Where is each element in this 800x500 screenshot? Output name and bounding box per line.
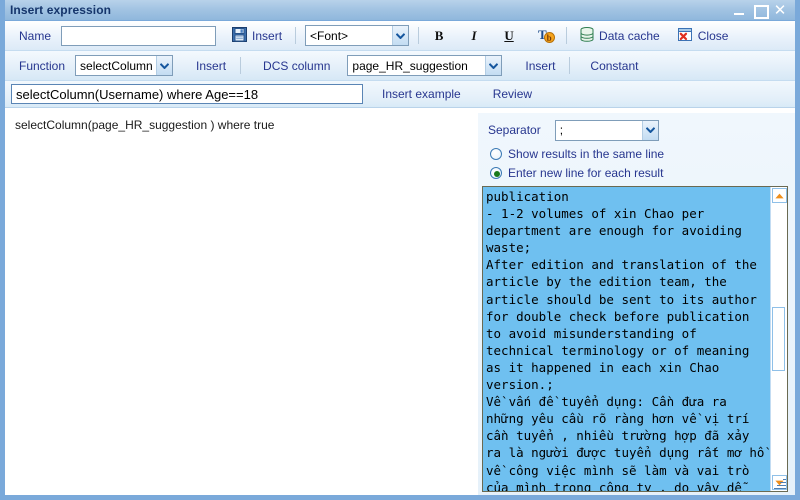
toolbar-top: Name Insert <Font> B I U T b Data cache … — [5, 21, 795, 51]
separator-select[interactable]: ; — [554, 119, 659, 141]
function-select[interactable]: selectColumn — [75, 55, 174, 76]
database-icon — [580, 26, 594, 45]
data-cache-label: Data cache — [599, 28, 660, 43]
expression-list[interactable]: selectColumn(page_HR_suggestion ) where … — [5, 113, 478, 495]
toolbar-divider-2 — [418, 27, 420, 44]
toolbar-divider-3 — [566, 27, 568, 44]
font-color-icon[interactable]: T b — [535, 25, 557, 46]
window-title: Insert expression — [10, 3, 112, 17]
separator-label: Separator — [488, 123, 541, 137]
toolbar-function: Function selectColumn Insert DCS column … — [5, 51, 795, 81]
scroll-up-icon[interactable] — [771, 188, 787, 203]
chevron-down-icon[interactable] — [392, 26, 409, 45]
expression-input[interactable] — [11, 84, 363, 104]
chevron-down-icon[interactable] — [485, 56, 502, 75]
radio-new-line-button[interactable] — [490, 166, 502, 179]
save-icon — [232, 26, 248, 45]
underline-button[interactable]: U — [498, 25, 520, 46]
dcs-column-select[interactable]: page_HR_suggestion — [347, 55, 503, 76]
function-insert-button[interactable]: Insert — [191, 57, 231, 75]
dcs-column-select-value: page_HR_suggestion — [352, 58, 468, 73]
toolbar-divider-5 — [569, 57, 571, 74]
toolbar-divider-1 — [295, 27, 297, 44]
separator-select-value: ; — [559, 123, 564, 137]
results-scrollbar[interactable] — [770, 187, 787, 491]
radio-same-line-label: Show results in the same line — [508, 146, 665, 161]
insert-button-label: Insert — [252, 28, 283, 43]
scrollbar-track[interactable] — [771, 204, 787, 474]
review-button[interactable]: Review — [488, 85, 537, 103]
results-textarea[interactable]: publication - 1-2 volumes of xin Chao pe… — [483, 187, 770, 491]
scrollbar-thumb[interactable] — [772, 306, 785, 371]
results-panel: Separator ; Show results in the same lin… — [478, 113, 795, 495]
radio-same-line-button[interactable] — [490, 147, 502, 160]
toolbar-divider-4 — [240, 57, 242, 74]
dcs-column-label: DCS column — [263, 58, 331, 73]
close-window-button[interactable]: Close — [674, 25, 733, 47]
insert-example-button[interactable]: Insert example — [377, 85, 466, 103]
window-titlebar: Insert expression ✕ — [5, 0, 795, 21]
resize-grip-icon[interactable] — [773, 477, 786, 490]
function-select-value: selectColumn — [80, 58, 153, 73]
insert-expression-window: Insert expression ✕ Name Insert <Font> B… — [0, 0, 800, 500]
close-window-label: Close — [697, 28, 729, 43]
list-item[interactable]: selectColumn(page_HR_suggestion ) where … — [15, 117, 477, 133]
close-window-icon — [677, 27, 693, 45]
radio-same-line[interactable]: Show results in the same line — [482, 144, 789, 163]
font-select[interactable]: <Font> — [305, 25, 410, 46]
window-controls: ✕ — [733, 2, 795, 19]
radio-new-line-label: Enter new line for each result — [508, 165, 664, 180]
bold-button[interactable]: B — [428, 25, 450, 46]
close-icon[interactable]: ✕ — [773, 2, 787, 17]
constant-button[interactable]: Constant — [585, 57, 643, 75]
chevron-down-icon[interactable] — [641, 120, 658, 140]
italic-button[interactable]: I — [463, 25, 485, 46]
separator-row: Separator ; — [482, 118, 789, 142]
minimize-icon[interactable] — [733, 4, 746, 17]
maximize-icon[interactable] — [753, 4, 769, 19]
radio-new-line[interactable]: Enter new line for each result — [482, 163, 789, 182]
svg-text:b: b — [546, 33, 551, 43]
dcs-insert-button[interactable]: Insert — [520, 57, 560, 75]
expression-row: Insert example Review — [5, 81, 795, 108]
insert-button[interactable]: Insert — [228, 25, 286, 47]
chevron-down-icon[interactable] — [156, 56, 173, 75]
name-input[interactable] — [61, 25, 217, 46]
data-cache-button[interactable]: Data cache — [576, 25, 664, 47]
function-label: Function — [19, 58, 66, 73]
results-textarea-wrapper: publication - 1-2 volumes of xin Chao pe… — [482, 186, 788, 492]
main-body: selectColumn(page_HR_suggestion ) where … — [5, 113, 795, 495]
name-label: Name — [19, 28, 52, 43]
font-select-value: <Font> — [310, 28, 349, 43]
